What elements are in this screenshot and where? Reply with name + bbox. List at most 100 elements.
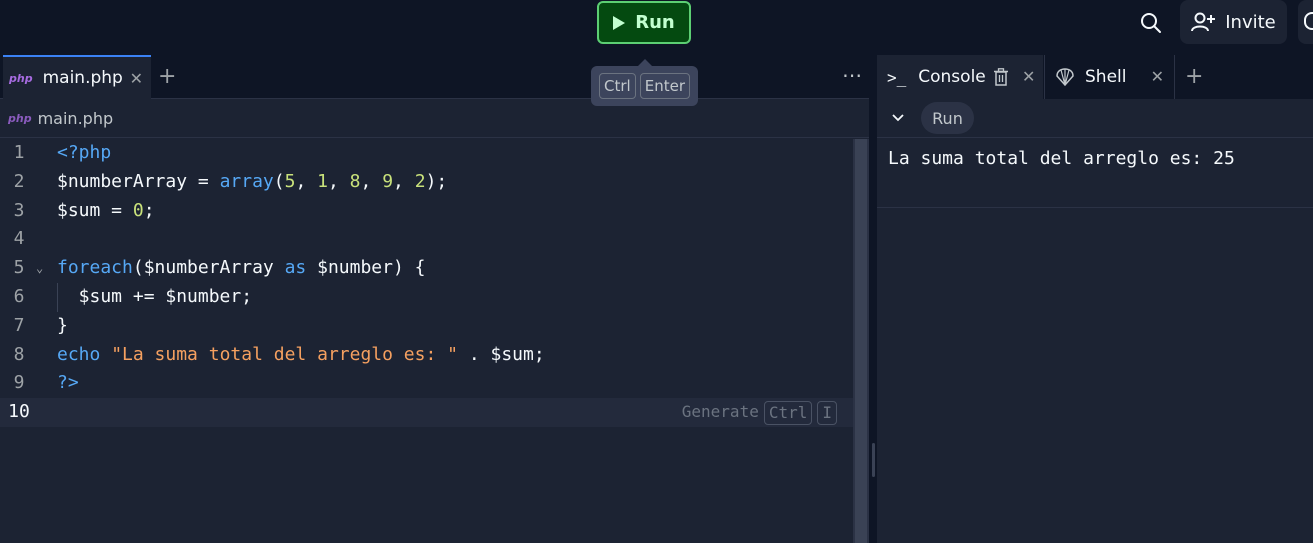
close-icon[interactable]: ✕ <box>1022 67 1035 86</box>
code-line[interactable]: 1 <?php <box>0 139 853 168</box>
code-token: array <box>219 170 274 192</box>
terminal-prompt-icon: >_ <box>887 67 907 87</box>
breadcrumb-file[interactable]: main.php <box>38 109 114 128</box>
code-line[interactable]: 9 ?> <box>0 369 853 398</box>
code-text: foreach($numberArray as $number) { <box>57 254 425 283</box>
code-token: $sum += $number; <box>57 285 253 307</box>
code-text: $numberArray = array(5, 1, 8, 9, 2); <box>57 168 447 197</box>
console-run-chip[interactable]: Run <box>921 102 974 134</box>
code-line[interactable]: 8 echo "La suma total del arreglo es: " .… <box>0 341 853 370</box>
add-tab-icon[interactable]: + <box>158 64 176 89</box>
kbd-enter: Enter <box>639 73 690 99</box>
code-token: , <box>327 170 350 192</box>
code-token: 0 <box>132 199 144 221</box>
console-toolbar: Run <box>877 99 1313 138</box>
add-user-icon <box>1191 12 1216 32</box>
more-options-icon[interactable]: ⋯ <box>842 63 863 87</box>
code-token: ; <box>143 199 155 221</box>
shell-tab-label: Shell <box>1085 67 1127 87</box>
code-token: 1 <box>317 170 328 192</box>
line-number: 5 <box>13 257 25 279</box>
code-token: <?php <box>57 142 112 163</box>
php-file-icon: php <box>8 111 32 125</box>
code-token: $number) { <box>306 257 426 279</box>
code-token: , <box>360 170 383 192</box>
code-text: } <box>57 312 68 341</box>
kbd-key: Ctrl <box>763 400 813 425</box>
console-tab-label: Console <box>918 67 986 87</box>
console-tab-bar: >_ Console ✕ Shell ✕ + <box>877 55 1313 99</box>
run-button[interactable]: Run <box>597 1 691 44</box>
scrollbar-thumb[interactable] <box>855 139 867 543</box>
line-number: 7 <box>13 314 25 336</box>
splitter-grip[interactable] <box>872 443 875 477</box>
line-number: 6 <box>13 285 25 307</box>
tab-label: main.php <box>42 68 123 88</box>
code-token: } <box>57 314 68 336</box>
code-token: 2 <box>414 170 426 192</box>
generate-label: Generate <box>681 402 759 422</box>
code-token: $numberArray = <box>57 170 220 192</box>
pane-splitter[interactable] <box>869 55 877 543</box>
code-line[interactable]: 10 Generate Ctrl I <box>0 398 853 427</box>
code-token: , <box>393 170 415 192</box>
close-icon[interactable]: ✕ <box>130 69 143 88</box>
line-number: 4 <box>13 228 25 250</box>
code-token: $sum = <box>57 199 133 221</box>
code-line[interactable]: 5 ⌄ foreach($numberArray as $number) { <box>0 254 853 283</box>
line-number: 8 <box>13 343 25 365</box>
search-icon[interactable] <box>1139 11 1163 35</box>
code-token: , <box>295 170 318 192</box>
profile-button[interactable] <box>1298 0 1313 44</box>
console-pane: >_ Console ✕ Shell ✕ + Run La suma total… <box>877 55 1313 543</box>
editor-tab-bar: php main.php ✕ + ⋯ <box>0 55 869 99</box>
code-editor[interactable]: 1 <?php 2 $numberArray = array(5, 1, 8, 9, … <box>0 139 853 543</box>
editor-pane: php main.php ✕ + ⋯ php main.php 1 <?php 2 $… <box>0 55 869 543</box>
generate-hint[interactable]: Generate Ctrl I <box>682 398 837 427</box>
code-line[interactable]: 6 $sum += $number; <box>0 282 853 312</box>
code-text: $sum = 0; <box>57 197 155 226</box>
trash-icon[interactable] <box>993 68 1009 86</box>
console-output: La suma total del arreglo es: 25 <box>877 138 1313 208</box>
editor-scrollbar[interactable] <box>853 139 869 543</box>
code-line[interactable]: 2 $numberArray = array(5, 1, 8, 9, 2); <box>0 168 853 197</box>
top-bar: Run Invite <box>0 0 1313 55</box>
line-number: 1 <box>13 142 25 163</box>
line-number: 2 <box>13 170 25 192</box>
code-token: "La suma total del arreglo es: " <box>111 343 458 365</box>
tab-main-php[interactable]: php main.php ✕ <box>3 55 151 99</box>
code-line[interactable]: 3 $sum = 0; <box>0 197 853 226</box>
kbd-ctrl: Ctrl <box>599 73 636 99</box>
shell-icon <box>1056 68 1074 87</box>
invite-label: Invite <box>1225 11 1276 33</box>
code-token: ); <box>425 170 448 192</box>
code-token: foreach <box>57 257 133 279</box>
code-token: ( <box>273 170 285 192</box>
code-line[interactable]: 4 <box>0 225 853 254</box>
run-button-label: Run <box>635 12 675 33</box>
code-text: echo "La suma total del arreglo es: " . … <box>57 341 545 370</box>
code-token: . $sum; <box>457 343 545 365</box>
close-icon[interactable]: ✕ <box>1151 67 1164 86</box>
code-token: 8 <box>349 170 361 192</box>
run-shortcut-tooltip: Ctrl Enter <box>591 59 698 106</box>
line-number: 9 <box>13 372 25 394</box>
add-tab-icon[interactable]: + <box>1185 64 1203 89</box>
php-file-icon: php <box>9 71 33 85</box>
code-token: 5 <box>284 170 296 192</box>
kbd-key: I <box>817 400 837 425</box>
code-text: ?> <box>57 369 79 398</box>
invite-button[interactable]: Invite <box>1180 0 1287 44</box>
code-token: ($numberArray <box>132 257 285 279</box>
code-text: <?php <box>57 139 111 168</box>
chevron-down-icon[interactable] <box>891 109 905 127</box>
line-number: 3 <box>13 199 25 221</box>
tab-console[interactable]: >_ Console ✕ <box>877 55 1043 99</box>
code-token: ?> <box>57 372 79 394</box>
code-line[interactable]: 7} <box>0 312 853 341</box>
code-text: $sum += $number; <box>57 283 252 312</box>
tab-shell[interactable]: Shell ✕ <box>1044 55 1175 99</box>
play-icon <box>613 15 626 30</box>
fold-chevron-icon[interactable]: ⌄ <box>36 254 43 283</box>
